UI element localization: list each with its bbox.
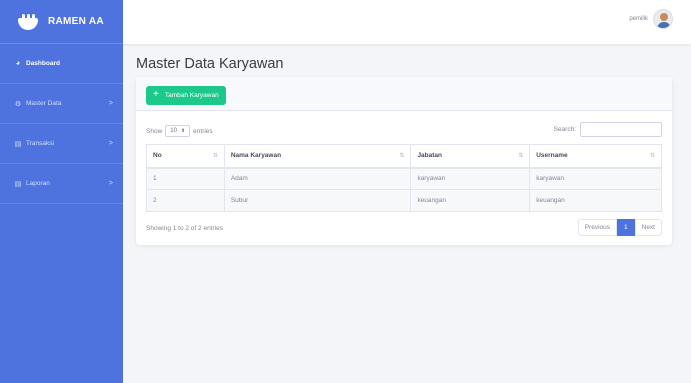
next-button[interactable]: Next	[634, 219, 662, 236]
previous-button[interactable]: Previous	[577, 219, 617, 236]
brand-name: RAMEN AA	[48, 16, 104, 27]
sort-icon: ⇅	[399, 153, 405, 159]
dashboard-icon: ◕	[15, 60, 21, 67]
sort-icon: ⇅	[212, 153, 218, 159]
sidebar-item-laporan[interactable]: ▤ Laporan >	[0, 164, 123, 204]
table-controls: Show 10 ⬍ entries Search:	[146, 122, 662, 138]
entries-select-value: 10	[170, 128, 177, 134]
chevron-right-icon: >	[108, 180, 113, 187]
cell-no: 1	[146, 167, 225, 190]
cell-username: keuangan	[529, 189, 662, 212]
search-control: Search:	[554, 122, 662, 137]
chevron-right-icon: >	[108, 140, 113, 147]
column-header-jabatan[interactable]: Jabatan ⇅	[410, 144, 531, 169]
cell-nama: Adam	[223, 167, 412, 190]
sidebar-item-label: Laporan	[26, 180, 50, 187]
add-employee-button[interactable]: + Tambah Karyawan	[146, 85, 226, 105]
cell-jabatan: karyawan	[410, 167, 531, 190]
cell-nama: Subur	[223, 189, 412, 212]
sidebar-item-dashboard[interactable]: ◕ Dashboard	[0, 44, 123, 84]
page-title: Master Data Karyawan	[136, 56, 284, 72]
sidebar: RAMEN AA ◕ Dashboard ⚙ Master Data > ▤ T…	[0, 0, 123, 383]
card-header: + Tambah Karyawan	[136, 77, 672, 111]
page-1-button[interactable]: 1	[617, 219, 635, 236]
cell-no: 2	[146, 189, 225, 212]
select-caret-icon: ⬍	[180, 128, 186, 134]
brand[interactable]: RAMEN AA	[0, 0, 123, 44]
cell-username: karyawan	[529, 167, 662, 190]
table-header-row: No ⇅ Nama Karyawan ⇅ Jabatan ⇅ Username ⇅	[146, 144, 662, 169]
add-employee-label: Tambah Karyawan	[164, 91, 219, 99]
sidebar-item-transaksi[interactable]: ▤ Transaksi >	[0, 124, 123, 164]
show-label: Show	[146, 127, 163, 135]
table-row: 1 Adam karyawan karyawan	[146, 167, 662, 190]
avatar	[653, 9, 673, 29]
table-row: 2 Subur keuangan keuangan	[146, 189, 662, 212]
topbar: pemilik	[123, 0, 691, 44]
entries-label: entries	[193, 127, 213, 135]
column-header-no[interactable]: No ⇅	[146, 144, 225, 169]
sidebar-item-label: Master Data	[26, 100, 62, 107]
employee-table: No ⇅ Nama Karyawan ⇅ Jabatan ⇅ Username ⇅ 1 …	[146, 144, 662, 212]
table-info: Showing 1 to 2 of 2 entries	[146, 225, 223, 232]
search-label: Search:	[553, 126, 576, 133]
column-header-username[interactable]: Username ⇅	[529, 144, 662, 169]
plus-icon: +	[153, 89, 159, 100]
chart-icon: ▤	[14, 140, 22, 148]
gear-icon: ⚙	[14, 100, 22, 108]
pagination: Previous 1 Next	[577, 219, 662, 236]
ramen-bowl-icon	[18, 13, 38, 30]
search-input[interactable]	[580, 122, 662, 137]
entries-select[interactable]: 10 ⬍	[165, 125, 191, 137]
data-card: + Tambah Karyawan Show 10 ⬍ entries Sear…	[136, 77, 672, 245]
sidebar-item-label: Transaksi	[26, 140, 54, 147]
user-menu[interactable]: pemilik	[629, 9, 673, 29]
sidebar-item-label: Dashboard	[26, 60, 60, 67]
chevron-right-icon: >	[108, 100, 113, 107]
chart-icon: ▤	[14, 180, 22, 188]
sidebar-item-master-data[interactable]: ⚙ Master Data >	[0, 84, 123, 124]
entries-length-control: Show 10 ⬍ entries	[146, 125, 213, 137]
sort-icon: ⇅	[649, 153, 655, 159]
column-header-nama[interactable]: Nama Karyawan ⇅	[223, 144, 412, 169]
user-name: pemilik	[629, 16, 648, 22]
cell-jabatan: keuangan	[410, 189, 531, 212]
sort-icon: ⇅	[518, 153, 524, 159]
